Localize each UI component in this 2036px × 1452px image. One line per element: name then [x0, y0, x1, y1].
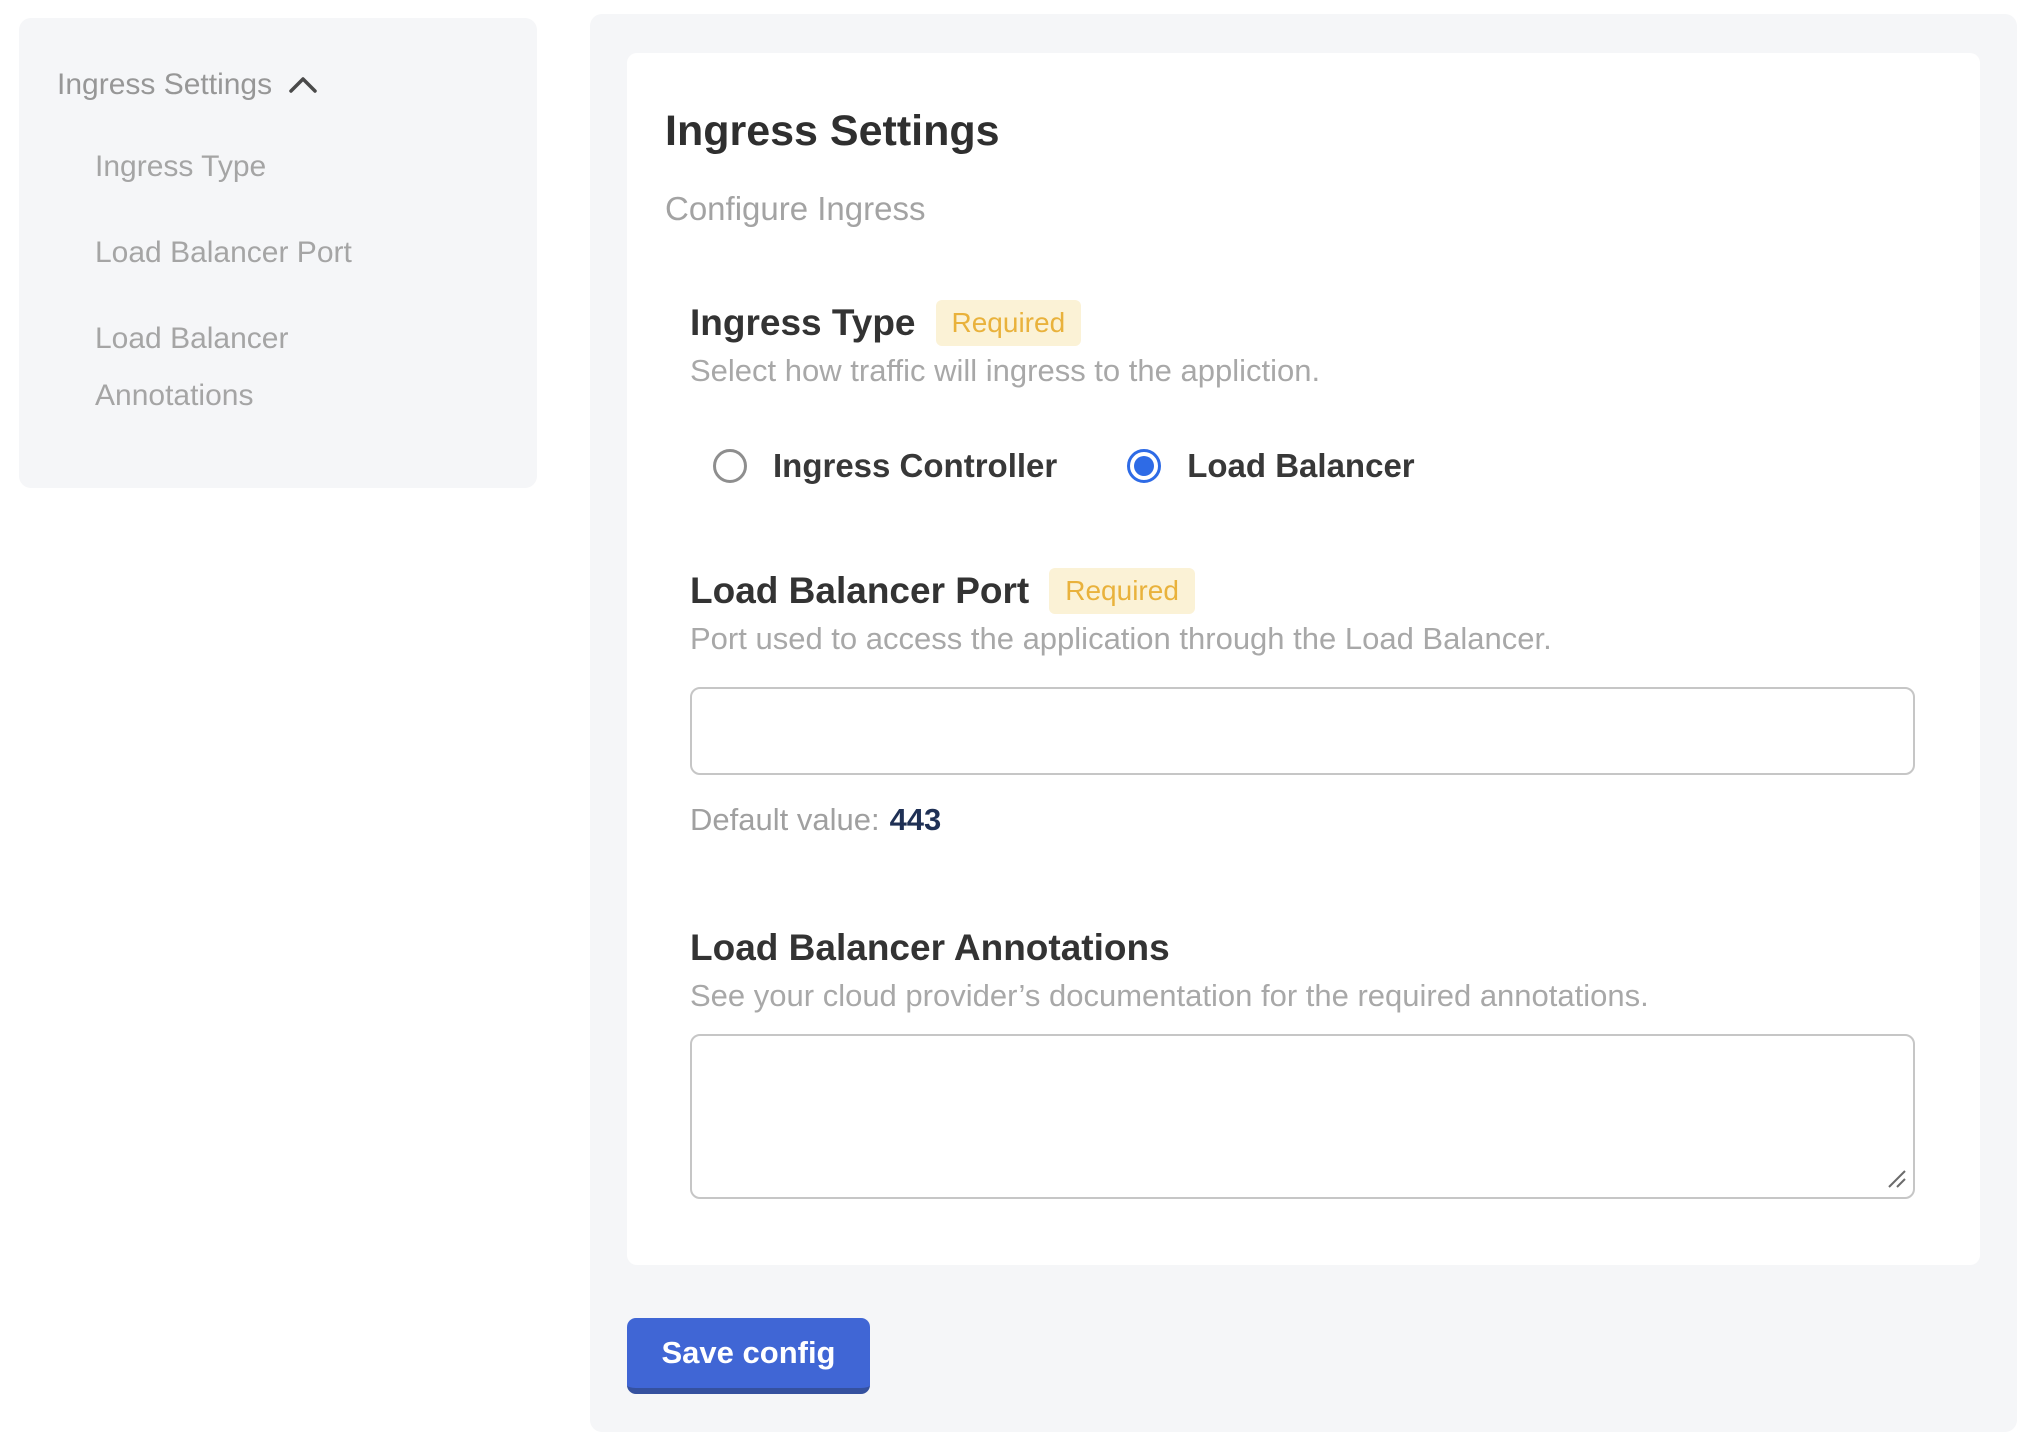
sidebar-item-ingress-type[interactable]: Ingress Type	[95, 138, 435, 195]
required-badge: Required	[1049, 568, 1195, 614]
radio-label: Load Balancer	[1187, 449, 1414, 483]
config-sections: Ingress Type Required Select how traffic…	[690, 299, 1915, 1199]
config-card: Ingress Settings Configure Ingress Ingre…	[627, 53, 1980, 1265]
section-help-text: Select how traffic will ingress to the a…	[690, 349, 1915, 393]
default-value: 443	[890, 802, 942, 837]
resize-handle-icon[interactable]	[1886, 1168, 1908, 1190]
ingress-type-radio-group: Ingress Controller Load Balancer	[713, 449, 1915, 483]
section-heading: Ingress Type	[690, 302, 916, 344]
config-nav-sidebar: Ingress Settings Ingress Type Load Balan…	[19, 18, 537, 488]
default-value-line: Default value: 443	[690, 801, 1915, 839]
page-subtitle: Configure Ingress	[665, 189, 1915, 229]
section-help-text: See your cloud provider’s documentation …	[690, 974, 1915, 1018]
save-config-button[interactable]: Save config	[627, 1318, 870, 1394]
annotations-textarea-wrap	[690, 1034, 1915, 1199]
radio-option-ingress-controller[interactable]: Ingress Controller	[713, 449, 1057, 483]
sidebar-group-label: Ingress Settings	[57, 66, 272, 104]
config-screen: Ingress Settings Ingress Type Load Balan…	[0, 0, 2036, 1452]
chevron-up-icon	[288, 66, 318, 104]
section-load-balancer-annotations: Load Balancer Annotations See your cloud…	[690, 924, 1915, 1199]
sidebar-item-load-balancer-annotations[interactable]: Load Balancer Annotations	[95, 310, 435, 424]
radio-icon	[1127, 449, 1161, 483]
radio-option-load-balancer[interactable]: Load Balancer	[1127, 449, 1414, 483]
section-help-text: Port used to access the application thro…	[690, 617, 1915, 661]
sidebar-group-ingress-settings[interactable]: Ingress Settings	[57, 66, 517, 104]
load-balancer-annotations-textarea[interactable]	[690, 1034, 1915, 1199]
section-heading-row: Load Balancer Annotations	[690, 924, 1915, 972]
section-heading: Load Balancer Port	[690, 570, 1029, 612]
load-balancer-port-input[interactable]	[690, 687, 1915, 775]
section-load-balancer-port: Load Balancer Port Required Port used to…	[690, 567, 1915, 839]
sidebar-item-list: Ingress Type Load Balancer Port Load Bal…	[95, 138, 517, 424]
section-heading: Load Balancer Annotations	[690, 927, 1170, 969]
required-badge: Required	[936, 300, 1082, 346]
section-heading-row: Ingress Type Required	[690, 299, 1915, 347]
default-value-label: Default value:	[690, 802, 880, 837]
section-heading-row: Load Balancer Port Required	[690, 567, 1915, 615]
sidebar-item-load-balancer-port[interactable]: Load Balancer Port	[95, 224, 435, 281]
radio-label: Ingress Controller	[773, 449, 1057, 483]
config-main-panel: Ingress Settings Configure Ingress Ingre…	[590, 14, 2017, 1432]
section-ingress-type: Ingress Type Required Select how traffic…	[690, 299, 1915, 483]
page-title: Ingress Settings	[665, 105, 1915, 157]
radio-icon	[713, 449, 747, 483]
